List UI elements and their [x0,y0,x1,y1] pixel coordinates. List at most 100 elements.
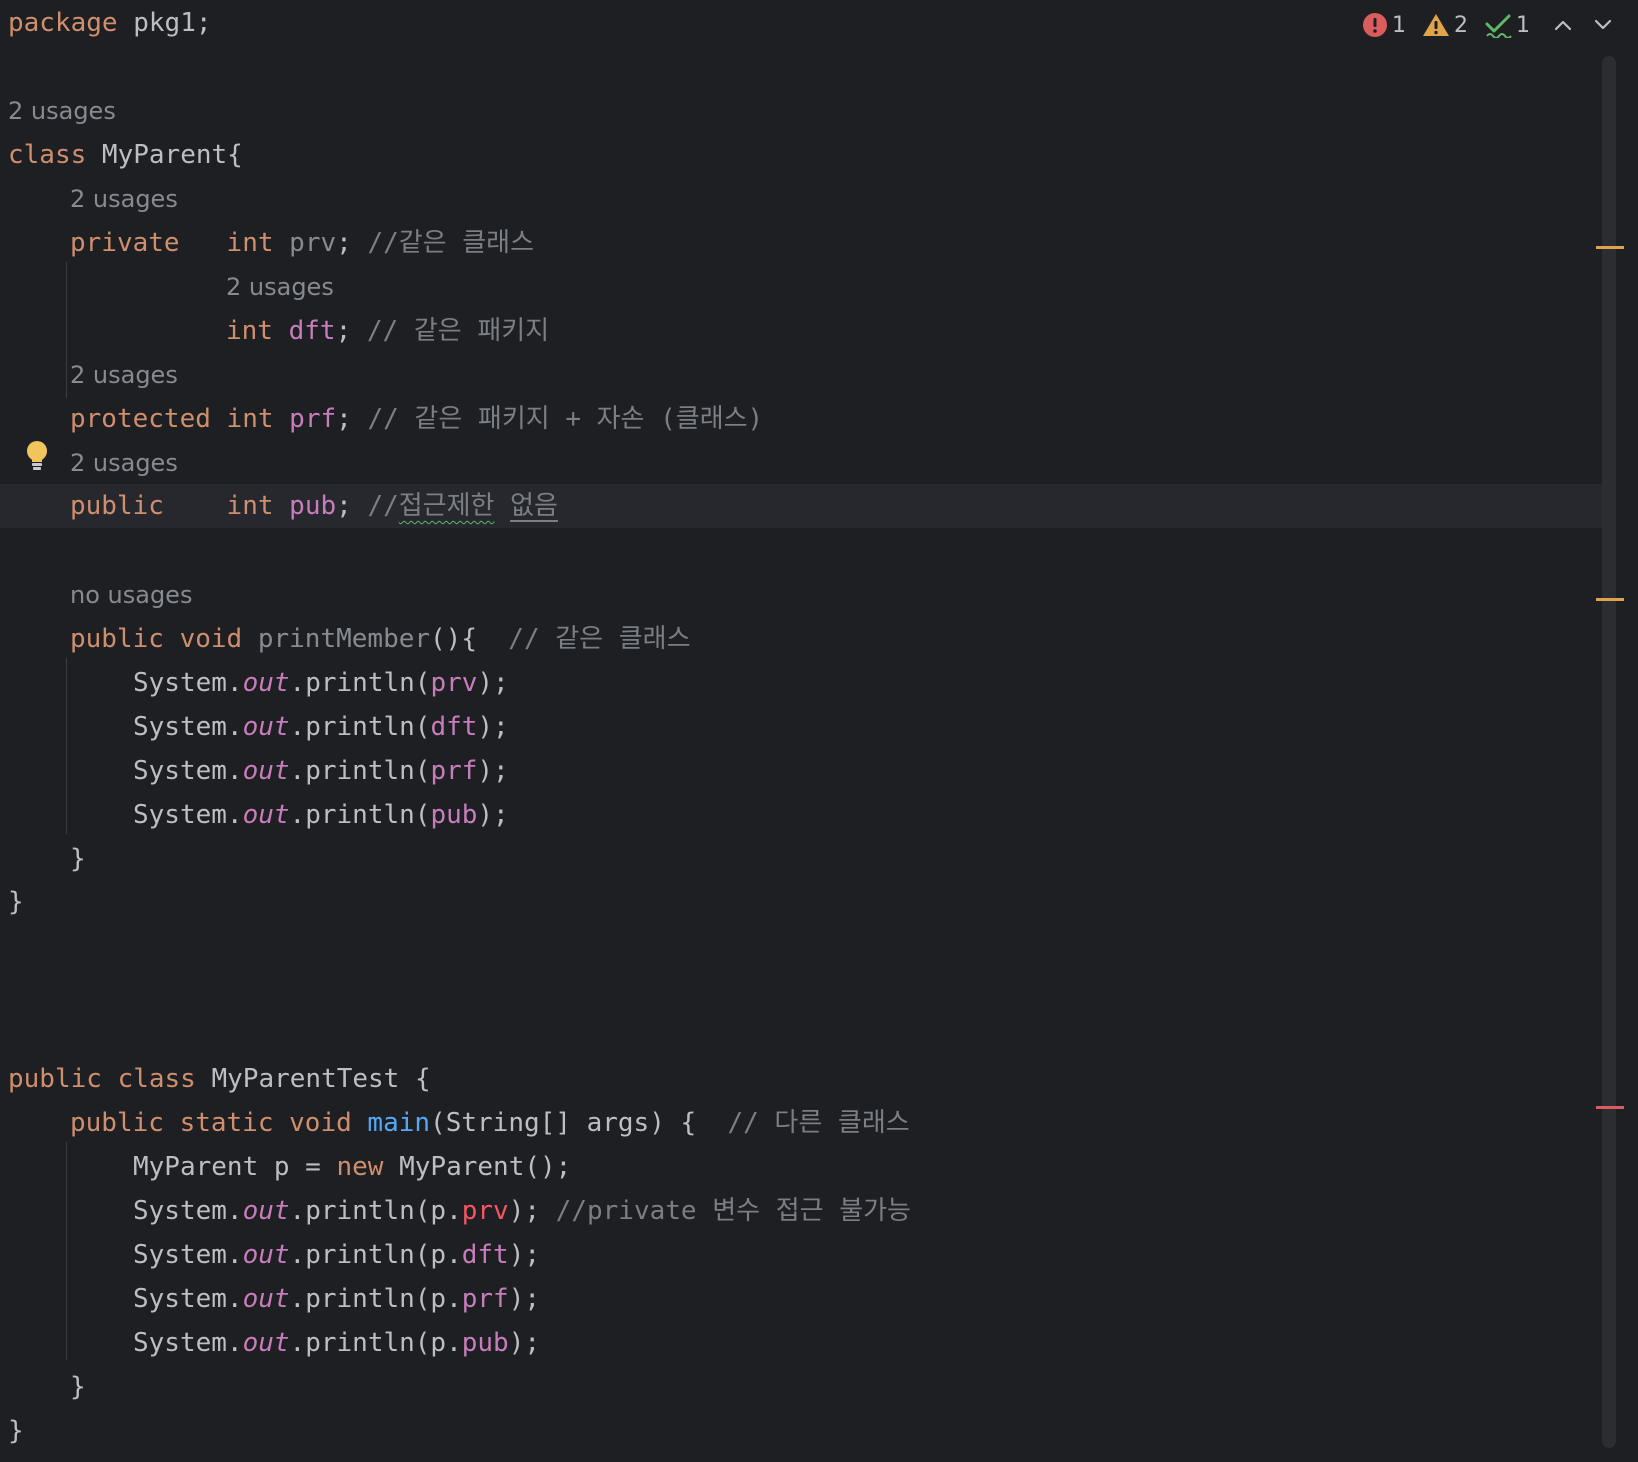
code-text: ); [508,1196,556,1226]
keyword: package [8,8,118,38]
lightbulb-icon[interactable] [24,440,50,474]
code-line[interactable]: protected int prf; // 같은 패키지 + 자손 (클래스) [70,397,1638,441]
code-line[interactable]: } [70,837,1638,881]
field-name: prf [430,756,478,786]
warning-stripe-mark[interactable] [1596,598,1624,601]
usages-hint[interactable]: 2 usages [70,353,1638,397]
code-line[interactable]: public class MyParentTest { [8,1057,1608,1101]
field-name: pub [461,1328,509,1358]
code-line[interactable]: System.out.println(prv); [133,661,1638,705]
static-field: out [242,800,290,830]
code-text: .println(p. [289,1196,462,1226]
field-name: prf [289,404,337,434]
code-text: .println( [289,712,431,742]
code-line[interactable]: } [8,1409,1608,1453]
code-line[interactable]: } [70,1365,1638,1409]
code-line[interactable]: public static void main(String[] args) {… [70,1101,1638,1145]
code-line[interactable]: } [8,880,1608,924]
error-field-access: prv [461,1196,509,1226]
usages-hint[interactable]: 2 usages [70,177,1638,221]
code-line[interactable]: System.out.println(p.dft); [133,1233,1638,1277]
code-text: ); [508,1328,541,1358]
comment: //같은 클래스 [367,228,535,258]
code-line[interactable]: System.out.println(prf); [133,749,1638,793]
field-name: dft [461,1240,509,1270]
code-text: ; [336,404,368,434]
code-text: System. [133,668,243,698]
keyword: class [8,140,87,170]
typo-comment: 접근제한 [398,491,495,521]
code-text: System. [133,1328,243,1358]
comment: //private 변수 접근 불가능 [555,1196,911,1226]
code-text: (String[] args) { [430,1108,697,1138]
code-editor[interactable]: 1 2 1 package pkg1; 2 usages class MyPar… [0,0,1638,1462]
code-text: ; [336,491,368,521]
field-name: pub [430,800,478,830]
code-text: ; [335,316,367,346]
code-text: .println(p. [289,1328,462,1358]
method-name: printMember [257,624,431,654]
code-line[interactable]: System.out.println(dft); [133,705,1638,749]
field-name: pub [289,491,337,521]
error-stripe-mark[interactable] [1596,1106,1624,1109]
code-line[interactable]: MyParent p = new MyParent(); [133,1145,1638,1189]
code-text: .println(p. [289,1284,462,1314]
code-text: (){ [430,624,477,654]
code-text: MyParentTest { [195,1064,431,1094]
code-text: ); [477,668,509,698]
usages-hint[interactable]: 2 usages [8,89,1608,133]
usages-hint[interactable]: 2 usages [226,265,1638,309]
code-text: ); [508,1284,541,1314]
code-line[interactable]: package pkg1; [8,1,1608,45]
code-text: System. [133,756,243,786]
code-text: System. [133,712,243,742]
code-line[interactable]: System.out.println(p.prv); //private 변수 … [133,1189,1638,1233]
code-line-current[interactable]: public int pub; //접근제한 없음 [70,484,1638,528]
code-line[interactable]: int dft; // 같은 패키지 [226,309,1638,353]
code-text: MyParent p = [133,1152,337,1182]
keyword: public [70,491,164,521]
comment: 없음 [510,491,558,521]
field-name: prv [289,228,337,258]
code-text: ); [477,800,509,830]
static-field: out [242,1196,290,1226]
usages-hint[interactable]: no usages [70,573,1638,617]
code-line[interactable]: private int prv; //같은 클래스 [70,221,1638,265]
code-line[interactable]: System.out.println(p.prf); [133,1277,1638,1321]
type-keyword: int [226,228,274,258]
static-field: out [242,1328,290,1358]
code-text: ; [336,228,368,258]
code-text: System. [133,800,243,830]
field-name: dft [430,712,478,742]
keyword: public static void [70,1108,352,1138]
vertical-scrollbar[interactable] [1602,56,1616,1448]
static-field: out [242,1284,290,1314]
code-text: pkg1; [117,8,212,38]
field-name: prv [430,668,478,698]
usages-hint[interactable]: 2 usages [70,441,1638,485]
code-line[interactable]: System.out.println(p.pub); [133,1321,1638,1365]
code-text: .println( [289,800,431,830]
code-text: System. [133,1284,243,1314]
code-line[interactable]: public void printMember(){ // 같은 클래스 [70,617,1638,661]
code-line[interactable]: class MyParent{ [8,133,1608,177]
code-text: System. [133,1196,243,1226]
method-name: main [367,1108,431,1138]
type-keyword: int [226,491,274,521]
comment [494,491,510,521]
code-line[interactable]: System.out.println(pub); [133,793,1638,837]
static-field: out [242,712,290,742]
comment: // 같은 패키지 [366,316,550,346]
keyword: protected [70,404,211,434]
indent-guide [66,658,67,834]
warning-stripe-mark[interactable] [1596,246,1624,249]
keyword: public void [70,624,243,654]
code-text: MyParent{ [86,140,243,170]
